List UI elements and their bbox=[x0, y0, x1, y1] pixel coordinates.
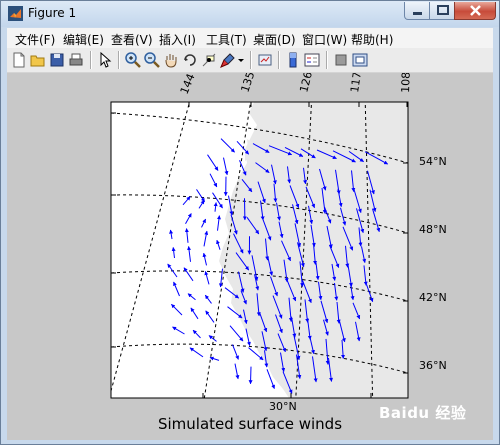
pointer-icon[interactable] bbox=[96, 51, 114, 69]
parallel-label-54n: 54°N bbox=[419, 155, 447, 168]
pan-hand-icon[interactable] bbox=[162, 51, 180, 69]
menu-bar: 文件(F) 编辑(E) 查看(V) 插入(I) 工具(T) 桌面(D) 窗口(W… bbox=[7, 28, 493, 48]
figure-toolbar bbox=[7, 48, 493, 73]
parallel-label-36n: 36°N bbox=[419, 359, 447, 372]
close-button[interactable] bbox=[454, 2, 496, 20]
meridian-label-135: 135 bbox=[238, 73, 257, 94]
data-cursor-icon[interactable] bbox=[200, 51, 218, 69]
maximize-icon bbox=[437, 5, 449, 15]
toolbar-separator bbox=[90, 51, 92, 69]
link-plot-icon[interactable] bbox=[256, 51, 274, 69]
toolbar-separator bbox=[118, 51, 120, 69]
maximize-button[interactable] bbox=[429, 2, 455, 20]
window-title: Figure 1 bbox=[28, 6, 77, 20]
dropdown-arrow-icon[interactable] bbox=[237, 51, 245, 69]
rotate-3d-icon[interactable] bbox=[181, 51, 199, 69]
menu-desktop[interactable]: 桌面(D) bbox=[253, 31, 296, 48]
minimize-icon bbox=[413, 12, 422, 15]
toolbar-separator bbox=[278, 51, 280, 69]
toolbar-separator bbox=[326, 51, 328, 69]
new-figure-icon[interactable] bbox=[10, 51, 28, 69]
watermark: Baidu 经验 bbox=[379, 396, 489, 424]
matlab-logo-icon bbox=[8, 6, 23, 21]
colorbar-icon[interactable] bbox=[284, 51, 302, 69]
meridian-label-117: 117 bbox=[348, 73, 364, 93]
show-plot-tools-icon[interactable] bbox=[351, 51, 369, 69]
meridian-label-126: 126 bbox=[297, 73, 315, 94]
brush-icon[interactable] bbox=[219, 51, 237, 69]
figure-window: Figure 1 文件(F) 编辑(E) 查看(V) 插入(I) 工具(T) 桌… bbox=[0, 0, 500, 445]
open-file-icon[interactable] bbox=[29, 51, 47, 69]
watermark-text: Baidu 经验 bbox=[379, 404, 467, 422]
legend-icon[interactable] bbox=[303, 51, 321, 69]
meridian-label-144w: 144°W bbox=[178, 73, 204, 96]
figure-canvas[interactable]: 144°W 135 126 117 108 54°N 48°N 42°N 36°… bbox=[7, 73, 493, 440]
menu-file[interactable]: 文件(F) bbox=[15, 31, 55, 48]
zoom-out-icon[interactable] bbox=[143, 51, 161, 69]
meridian-label-108: 108 bbox=[399, 73, 413, 93]
save-icon[interactable] bbox=[48, 51, 66, 69]
print-icon[interactable] bbox=[67, 51, 85, 69]
menu-help[interactable]: 帮助(H) bbox=[351, 31, 393, 48]
wind-map-plot: 144°W 135 126 117 108 54°N 48°N 42°N 36°… bbox=[110, 73, 447, 413]
parallel-label-48n: 48°N bbox=[419, 223, 447, 236]
parallel-label-42n: 42°N bbox=[419, 291, 447, 304]
title-bar[interactable]: Figure 1 bbox=[1, 1, 499, 27]
menu-view[interactable]: 查看(V) bbox=[111, 31, 153, 48]
menu-tools[interactable]: 工具(T) bbox=[206, 31, 247, 48]
parallel-label-30n: 30°N bbox=[269, 400, 297, 413]
zoom-in-icon[interactable] bbox=[124, 51, 142, 69]
menu-insert[interactable]: 插入(I) bbox=[159, 31, 196, 48]
toolbar-separator bbox=[250, 51, 252, 69]
menu-edit[interactable]: 编辑(E) bbox=[63, 31, 104, 48]
minimize-button[interactable] bbox=[404, 2, 430, 20]
menu-window[interactable]: 窗口(W) bbox=[302, 31, 347, 48]
wind-vector-arrow bbox=[248, 366, 253, 385]
close-icon bbox=[470, 5, 481, 16]
hide-plot-tools-icon[interactable] bbox=[332, 51, 350, 69]
